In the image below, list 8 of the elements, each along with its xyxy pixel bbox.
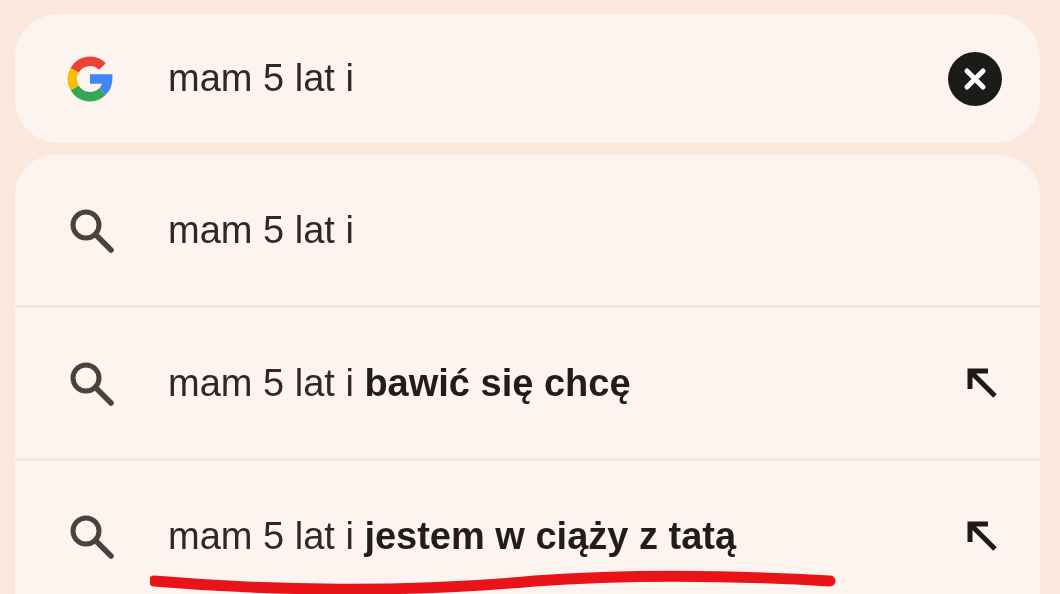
suggestion-item[interactable]: mam 5 lat i	[15, 155, 1040, 308]
suggestion-text: mam 5 lat i	[168, 208, 355, 252]
clear-button[interactable]	[948, 51, 1002, 106]
suggestion-item[interactable]: mam 5 lat i bawić się chcę	[15, 308, 1040, 461]
search-field[interactable]: mam 5 lat i	[168, 57, 948, 100]
suggestion-item[interactable]: mam 5 lat i jestem w ciąży z tatą	[15, 461, 1040, 594]
suggestion-text: mam 5 lat i bawić się chcę	[168, 361, 632, 405]
suggestion-text: mam 5 lat i jestem w ciąży z tatą	[168, 514, 738, 558]
